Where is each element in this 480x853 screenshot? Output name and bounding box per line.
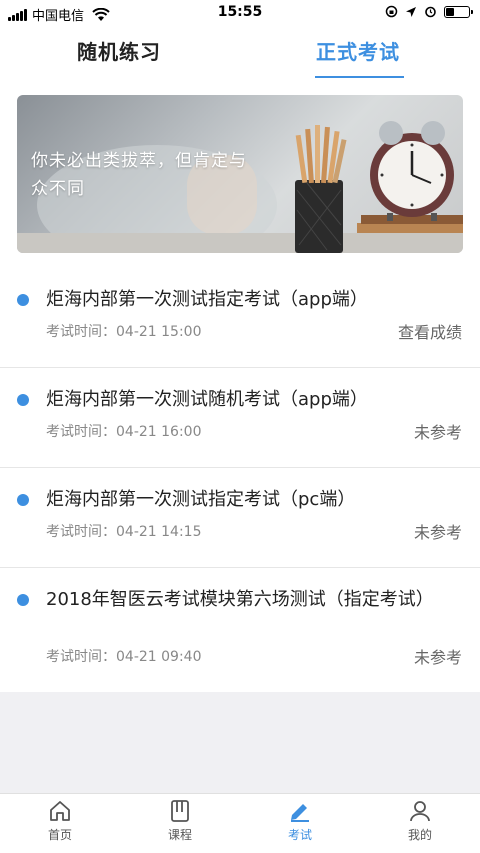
exam-status: 未参考 (413, 523, 462, 542)
exam-list: 炬海内部第一次测试指定考试（app端） 考试时间：04-21 15:00 查看成… (0, 268, 480, 692)
exam-title: 炬海内部第一次测试指定考试（pc端） (46, 489, 356, 510)
nav-mine-label: 我的 (407, 828, 432, 842)
nav-mine[interactable]: 我的 (390, 800, 450, 843)
exam-status: 未参考 (413, 648, 462, 667)
battery-icon (444, 5, 473, 18)
user-icon (410, 801, 430, 822)
banner-section: 你未必出类拔萃，但肯定与众不同 (0, 78, 480, 268)
exam-time: 考试时间：04-21 14:15 (46, 524, 202, 540)
page: 中国电信 15:55 随机练习 正式考试 你未必出类拔萃，但肯定与众不同 炬海内… (0, 0, 480, 853)
bottom-nav: 首页 课程 考试 我的 (0, 793, 480, 853)
exam-status: 未参考 (413, 423, 462, 442)
book-icon (171, 800, 189, 822)
tab-formal-exam[interactable]: 正式考试 (316, 36, 400, 65)
bullet-dot-icon (17, 494, 29, 506)
nav-course[interactable]: 课程 (150, 800, 210, 843)
banner-slogan: 你未必出类拔萃，但肯定与众不同 (31, 151, 247, 199)
exam-time: 考试时间：04-21 15:00 (46, 324, 202, 340)
exam-list-item[interactable]: 炬海内部第一次测试指定考试（pc端） 考试时间：04-21 14:15 未参考 (0, 468, 480, 568)
exam-title: 炬海内部第一次测试随机考试（app端） (46, 389, 368, 410)
tab-random-practice[interactable]: 随机练习 (77, 36, 161, 65)
pen-icon (291, 804, 309, 822)
view-score-link[interactable]: 查看成绩 (398, 319, 462, 343)
nav-exam[interactable]: 考试 (270, 800, 330, 843)
status-right (385, 5, 473, 18)
nav-home-label: 首页 (47, 828, 72, 842)
exam-list-item[interactable]: 炬海内部第一次测试随机考试（app端） 考试时间：04-21 16:00 未参考 (0, 368, 480, 468)
exam-time: 考试时间：04-21 16:00 (46, 424, 202, 440)
alarm-icon (425, 6, 436, 18)
bullet-dot-icon (17, 594, 29, 606)
exam-title: 炬海内部第一次测试指定考试（app端） (46, 289, 368, 310)
tab-bar: 随机练习 正式考试 (0, 26, 480, 78)
exam-title: 2018年智医云考试模块第六场测试（指定考试） (46, 589, 434, 610)
status-bar: 中国电信 15:55 (0, 0, 480, 26)
nav-exam-label: 考试 (287, 828, 312, 842)
bullet-dot-icon (17, 294, 29, 306)
bullet-dot-icon (17, 394, 29, 406)
nav-course-label: 课程 (167, 828, 192, 842)
home-icon (50, 801, 70, 821)
location-icon (406, 6, 416, 17)
exam-list-item[interactable]: 炬海内部第一次测试指定考试（app端） 考试时间：04-21 15:00 查看成… (0, 268, 480, 368)
orientation-lock-icon (385, 5, 398, 18)
banner[interactable]: 你未必出类拔萃，但肯定与众不同 (17, 95, 463, 253)
exam-time: 考试时间：04-21 09:40 (46, 649, 202, 665)
nav-home[interactable]: 首页 (30, 800, 90, 843)
exam-list-item[interactable]: 2018年智医云考试模块第六场测试（指定考试） 考试时间：04-21 09:40… (0, 568, 480, 692)
